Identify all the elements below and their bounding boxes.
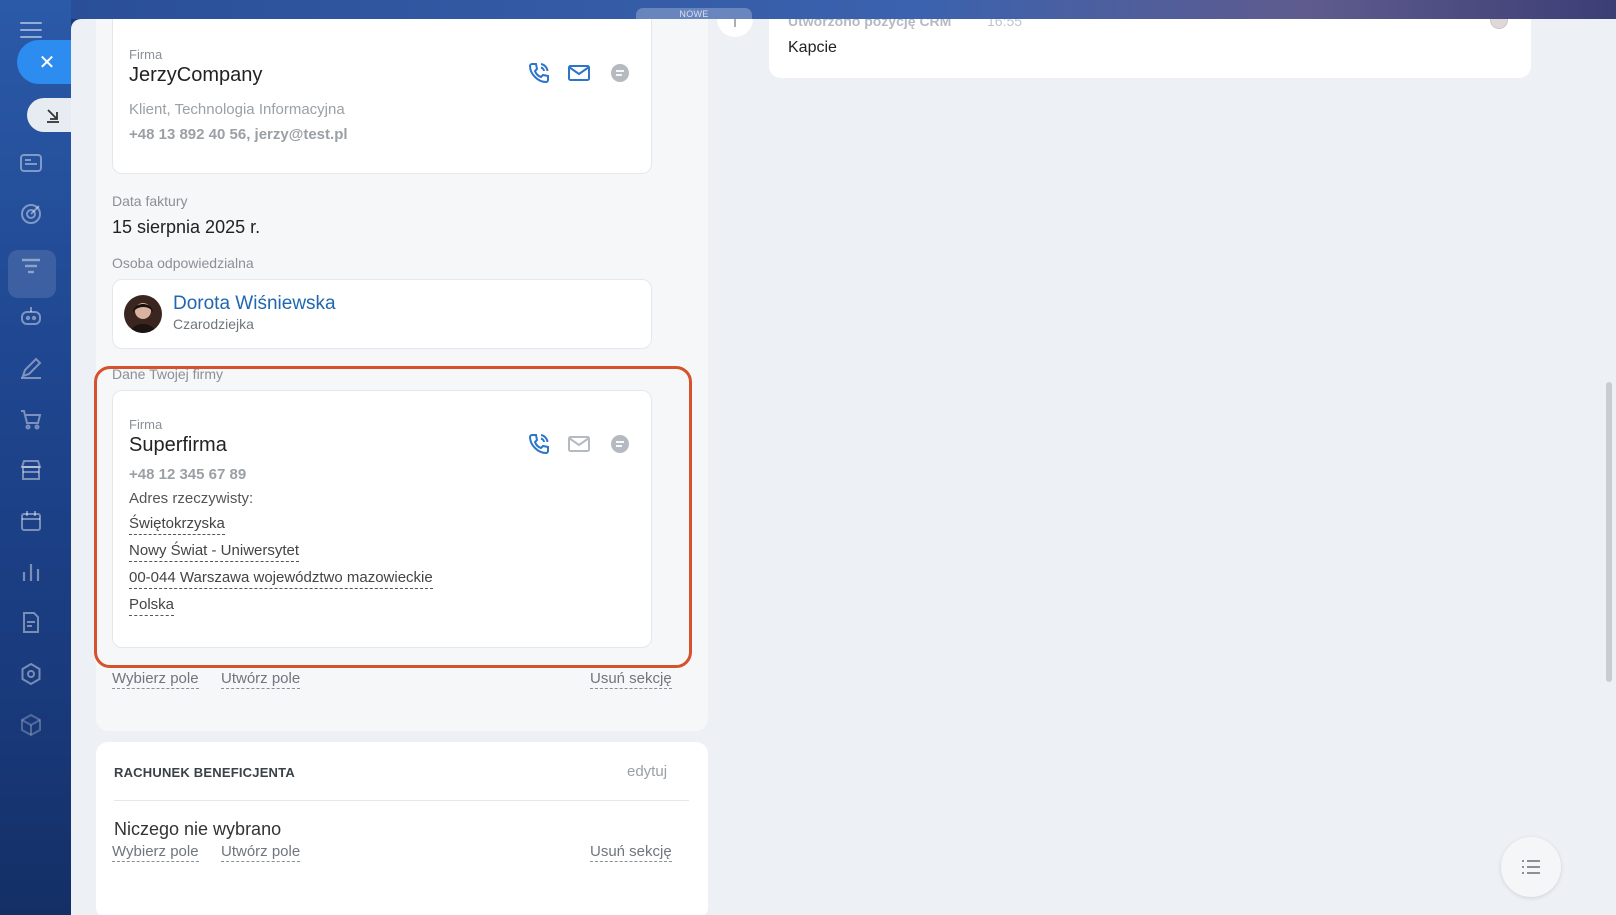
my-company-name[interactable]: Superfirma bbox=[129, 434, 227, 457]
create-field-link[interactable]: Utwórz pole bbox=[221, 669, 301, 689]
collapse-slider-button[interactable] bbox=[27, 98, 73, 132]
chat-icon[interactable] bbox=[608, 61, 632, 85]
avatar[interactable] bbox=[124, 295, 162, 333]
document-edit-icon[interactable] bbox=[18, 610, 44, 636]
address-line-city[interactable]: 00-044 Warszawa województwo mazowieckie bbox=[129, 568, 433, 589]
client-company-contact: +48 13 892 40 56, jerzy@test.pl bbox=[129, 126, 348, 143]
funnel-icon[interactable] bbox=[18, 253, 44, 279]
info-icon: i bbox=[717, 19, 753, 37]
cart-icon[interactable] bbox=[18, 406, 44, 432]
client-company-type: Firma bbox=[129, 47, 163, 62]
timeline-entry-title: Utworzono pozycję CRM bbox=[788, 19, 952, 29]
calendar-icon[interactable] bbox=[18, 508, 44, 534]
address-line-street[interactable]: Świętokrzyska bbox=[129, 514, 225, 535]
beneficiary-divider bbox=[114, 800, 689, 801]
beneficiary-delete-section-link[interactable]: Usuń sekcję bbox=[590, 842, 672, 862]
pencil-icon[interactable] bbox=[18, 355, 44, 381]
address-line-country[interactable]: Polska bbox=[129, 595, 175, 616]
my-company-type: Firma bbox=[129, 417, 163, 432]
target-icon[interactable] bbox=[18, 201, 44, 227]
address-line-district[interactable]: Nowy Świat - Uniwersytet bbox=[129, 541, 300, 562]
beneficiary-edit-button[interactable]: edytuj bbox=[627, 763, 667, 780]
timeline-entry-time: 16:55 bbox=[987, 19, 1023, 29]
contact-card-icon[interactable] bbox=[18, 150, 44, 176]
client-company-name[interactable]: JerzyCompany bbox=[129, 64, 262, 87]
client-company-meta: Klient, Technologia Informacyjna bbox=[129, 101, 345, 118]
timeline-entry-text: Kapcie bbox=[788, 39, 837, 56]
mail-icon bbox=[567, 432, 591, 456]
list-icon bbox=[1522, 860, 1540, 874]
invoice-date-value[interactable]: 15 sierpnia 2025 r. bbox=[112, 217, 260, 238]
menu-icon[interactable] bbox=[20, 22, 42, 38]
robot-icon[interactable] bbox=[18, 303, 44, 329]
close-slider-button[interactable]: ✕ bbox=[17, 40, 73, 84]
responsible-name[interactable]: Dorota Wiśniewska bbox=[173, 293, 336, 315]
beneficiary-title: RACHUNEK BENEFICJENTA bbox=[114, 765, 295, 780]
address-label: Adres rzeczywisty: bbox=[129, 490, 254, 507]
list-menu-button[interactable] bbox=[1501, 837, 1561, 897]
mail-icon[interactable] bbox=[567, 61, 591, 85]
delete-section-link[interactable]: Usuń sekcję bbox=[590, 669, 672, 689]
top-bar bbox=[71, 0, 1616, 19]
responsible-role: Czarodziejka bbox=[173, 316, 254, 332]
entity-slider-panel: Firma JerzyCompany Klient, Technologia I… bbox=[71, 19, 1616, 915]
collapse-icon bbox=[47, 109, 59, 123]
phone-icon[interactable] bbox=[527, 61, 551, 85]
my-company-phone: +48 12 345 67 89 bbox=[129, 466, 247, 483]
bar-chart-icon[interactable] bbox=[18, 559, 44, 585]
box-icon[interactable] bbox=[18, 712, 44, 738]
chat-icon[interactable] bbox=[608, 432, 632, 456]
phone-icon[interactable] bbox=[527, 432, 551, 456]
left-navigation-rail bbox=[0, 0, 71, 915]
beneficiary-empty-value: Niczego nie wybrano bbox=[114, 819, 282, 839]
close-icon: ✕ bbox=[38, 51, 56, 74]
hexagon-icon[interactable] bbox=[18, 661, 44, 687]
my-company-section-label: Dane Twojej firmy bbox=[112, 366, 224, 382]
responsible-label: Osoba odpowiedzialna bbox=[112, 255, 254, 271]
client-company-card bbox=[112, 19, 652, 174]
beneficiary-select-field-link[interactable]: Wybierz pole bbox=[112, 842, 199, 862]
invoice-date-label: Data faktury bbox=[112, 193, 188, 209]
store-icon[interactable] bbox=[18, 457, 44, 483]
scrollbar[interactable] bbox=[1606, 382, 1612, 682]
select-field-link[interactable]: Wybierz pole bbox=[112, 669, 199, 689]
beneficiary-create-field-link[interactable]: Utwórz pole bbox=[221, 842, 301, 862]
